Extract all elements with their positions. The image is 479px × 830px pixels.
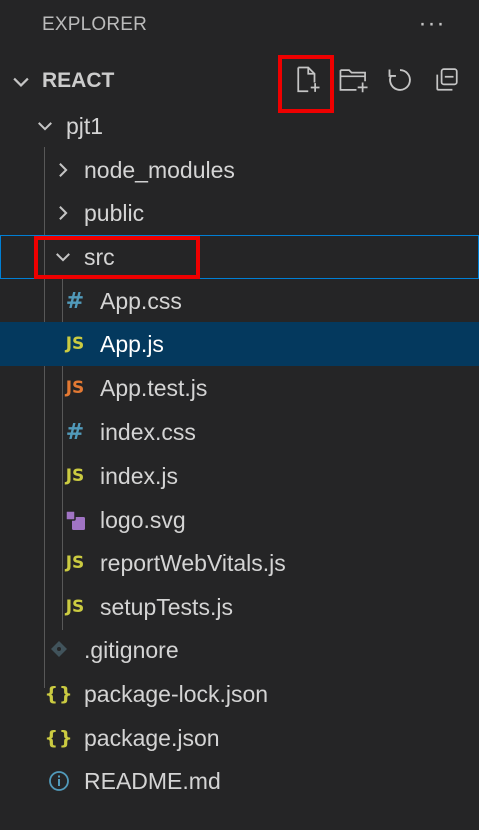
- file-label: package.json: [84, 725, 220, 751]
- css-icon: #: [65, 419, 85, 445]
- file-label: package-lock.json: [84, 681, 269, 707]
- refresh-icon: [388, 69, 411, 91]
- css-icon: #: [65, 288, 85, 314]
- tree-file-index-js[interactable]: JS index.js: [0, 454, 479, 498]
- tree-file-app-css[interactable]: # App.css: [0, 279, 479, 323]
- new-folder-icon: [339, 69, 368, 93]
- section-name: REACT: [42, 69, 115, 92]
- file-label: App.test.js: [100, 375, 208, 401]
- refresh-button[interactable]: [380, 60, 420, 100]
- chevron-down-icon: [38, 122, 52, 131]
- chevron-down-icon: [13, 77, 29, 87]
- folder-label: public: [84, 200, 145, 226]
- folder-label: node_modules: [84, 157, 235, 183]
- tree-file-index-css[interactable]: # index.css: [0, 410, 479, 454]
- file-label: App.css: [100, 288, 182, 314]
- git-icon: [51, 641, 67, 657]
- highlight-box-new-file: [278, 55, 334, 113]
- file-label: App.js: [100, 331, 164, 357]
- file-label: logo.svg: [100, 507, 186, 533]
- tree-file-gitignore[interactable]: .gitignore: [0, 628, 479, 672]
- chevron-right-icon: [59, 163, 68, 177]
- collapse-all-icon: [436, 68, 458, 91]
- file-label: index.js: [100, 463, 178, 489]
- tree-file-package-lock-json[interactable]: {} package-lock.json: [0, 672, 479, 716]
- tree-folder-node-modules[interactable]: node_modules: [0, 148, 479, 192]
- json-icon: {}: [44, 727, 74, 749]
- tree-file-readme-md[interactable]: README.md: [0, 759, 479, 803]
- highlight-box-src: [34, 236, 200, 279]
- file-label: README.md: [84, 768, 221, 794]
- section-header-react[interactable]: REACT: [0, 58, 479, 102]
- tree-folder-pjt1[interactable]: pjt1: [0, 104, 479, 148]
- explorer-header: EXPLORER ···: [0, 0, 479, 52]
- tree-folder-public[interactable]: public: [0, 191, 479, 235]
- svg-icon: [65, 510, 85, 530]
- info-icon: [49, 771, 69, 791]
- folder-label: pjt1: [66, 113, 104, 139]
- js-icon: JS: [65, 597, 85, 617]
- more-actions-icon[interactable]: ···: [414, 6, 450, 42]
- tree-file-logo-svg[interactable]: logo.svg: [0, 498, 479, 542]
- tree-file-app-test-js[interactable]: JS App.test.js: [0, 366, 479, 410]
- file-label: setupTests.js: [100, 594, 233, 620]
- new-folder-button[interactable]: [334, 60, 374, 100]
- tree-file-app-js[interactable]: JS App.js: [0, 322, 479, 366]
- collapse-all-button[interactable]: [427, 60, 467, 100]
- explorer-title: EXPLORER: [42, 14, 148, 35]
- tree-file-setup-tests-js[interactable]: JS setupTests.js: [0, 585, 479, 629]
- file-label: index.css: [100, 419, 196, 445]
- js-icon: JS: [65, 553, 85, 573]
- file-label: reportWebVitals.js: [100, 550, 286, 576]
- js-icon: JS: [65, 334, 85, 354]
- json-icon: {}: [44, 683, 74, 705]
- test-js-icon: JS: [65, 378, 85, 398]
- tree-file-report-web-vitals-js[interactable]: JS reportWebVitals.js: [0, 541, 479, 585]
- tree-file-package-json[interactable]: {} package.json: [0, 716, 479, 760]
- js-icon: JS: [65, 466, 85, 486]
- file-label: .gitignore: [84, 637, 179, 663]
- chevron-right-icon: [59, 206, 68, 220]
